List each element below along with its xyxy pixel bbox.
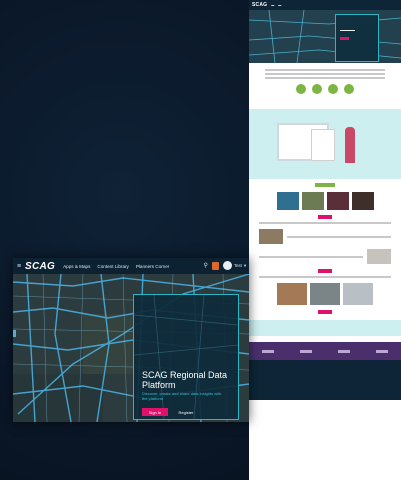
preview-logo: SCAG (252, 2, 268, 8)
hamburger-icon[interactable]: ≡ (17, 263, 25, 270)
hero-title: SCAG Regional Data Platform (142, 370, 228, 390)
hero-map: SCAG Regional Data Platform Discover, cr… (13, 273, 249, 422)
register-link[interactable]: Register (173, 408, 199, 416)
side-panel-handle[interactable] (13, 330, 16, 337)
app-window: ≡ SCAG Apps & Maps Content Library Plann… (13, 258, 249, 422)
nav-content-library[interactable]: Content Library (97, 264, 128, 269)
site-logo[interactable]: SCAG (25, 261, 55, 272)
preview-pink-button (318, 269, 332, 273)
preview-nav-link: ▬ (271, 3, 275, 7)
preview-partner-band (249, 342, 401, 360)
sign-in-button[interactable]: Sign In (142, 408, 168, 416)
notification-icon[interactable] (211, 261, 219, 270)
preview-card-row (249, 192, 401, 210)
avatar (222, 261, 232, 270)
preview-navbar: SCAG ▬ ▬ (249, 0, 401, 10)
preview-photo-row (249, 283, 401, 305)
nav-planners-corner[interactable]: Planners Corner (136, 264, 169, 269)
nav-apps-maps[interactable]: Apps & Maps (63, 264, 90, 269)
preview-hero-card: ▬▬▬▬▬ (335, 14, 379, 62)
full-page-preview: SCAG ▬ ▬ ▬▬▬▬▬ (249, 0, 401, 480)
preview-teal-band (249, 320, 401, 336)
chevron-down-icon: ▾ (243, 262, 246, 268)
hero-tagline: Discover, create and share data insights… (142, 391, 222, 401)
preview-intro-section (249, 63, 401, 103)
preview-nav-link: ▬ (278, 3, 282, 7)
top-navbar: ≡ SCAG Apps & Maps Content Library Plann… (13, 258, 249, 274)
hero-card: SCAG Regional Data Platform Discover, cr… (133, 294, 239, 420)
account-menu[interactable]: Test ▾ (222, 261, 246, 270)
preview-pink-button (318, 310, 332, 314)
search-icon[interactable]: ⚲ (204, 262, 208, 269)
preview-pink-button (318, 215, 332, 219)
preview-media-row (259, 229, 391, 244)
preview-hero: ▬▬▬▬▬ (249, 10, 401, 63)
preview-footer (249, 360, 401, 400)
preview-teal-section (249, 109, 401, 179)
preview-media-row (259, 249, 391, 264)
preview-green-button (315, 183, 335, 187)
account-label: Test (233, 263, 242, 268)
